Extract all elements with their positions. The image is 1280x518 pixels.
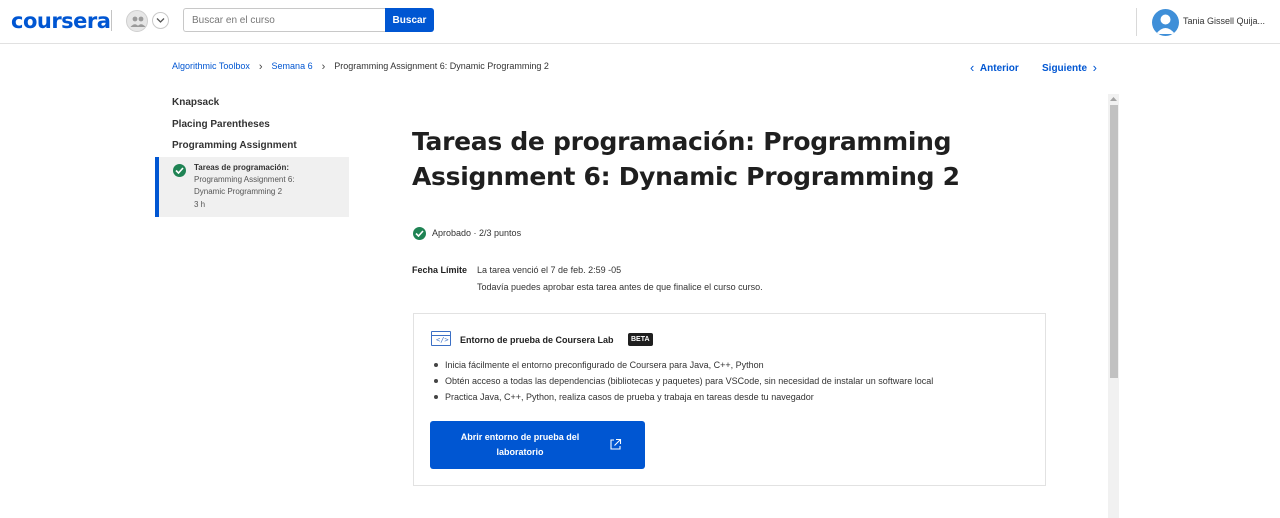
deadline-note: Todavía puedes aprobar esta tarea antes …	[477, 282, 763, 292]
previous-label: Anterior	[979, 63, 1019, 74]
sidebar-item-knapsack[interactable]: Knapsack	[172, 97, 219, 108]
chevron-down-icon[interactable]	[152, 12, 169, 29]
scrollbar-thumb[interactable]	[1110, 105, 1118, 378]
scroll-up-icon[interactable]	[1108, 94, 1119, 104]
external-link-icon	[610, 438, 622, 450]
user-name[interactable]: Tania Gissell Quija...	[1183, 16, 1265, 26]
open-lab-button[interactable]: Abrir entorno de prueba del laboratorio	[430, 421, 645, 469]
lab-title: Entorno de prueba de Coursera Lab	[460, 335, 614, 345]
sidebar-item-active-assignment[interactable]: Tareas de programación: Programming Assi…	[155, 157, 349, 217]
lab-card: </> Entorno de prueba de Coursera Lab BE…	[413, 313, 1046, 486]
top-header: coursera Buscar Tania Gissell Quija...	[0, 0, 1280, 44]
deadline-label: Fecha Límite	[412, 265, 468, 275]
list-item: Practica Java, C++, Python, realiza caso…	[432, 391, 933, 407]
list-item: Obtén acceso a todas las dependencias (b…	[432, 375, 933, 391]
grade-status: Aprobado · 2/3 puntos	[432, 228, 522, 238]
previous-link[interactable]: ‹ Anterior	[970, 60, 1019, 75]
open-lab-button-label: Abrir entorno de prueba del laboratorio	[460, 432, 580, 457]
sidebar-item-programming-assignment[interactable]: Programming Assignment	[172, 140, 297, 151]
search-input[interactable]	[183, 8, 385, 32]
lab-features-list: Inicia fácilmente el entorno preconfigur…	[432, 359, 933, 407]
passed-check-icon	[413, 227, 426, 240]
sidebar-item-placing-parentheses[interactable]: Placing Parentheses	[172, 119, 270, 130]
next-link[interactable]: Siguiente ›	[1042, 60, 1097, 75]
header-divider	[1136, 8, 1137, 36]
breadcrumb-current: Programming Assignment 6: Dynamic Progra…	[334, 61, 549, 71]
chevron-right-icon: ›	[1092, 60, 1097, 75]
next-label: Siguiente	[1042, 63, 1088, 74]
code-window-icon: </>	[431, 331, 451, 346]
sidebar-active-line: Programming Assignment 6:	[194, 175, 295, 184]
deadline-text: La tarea venció el 7 de feb. 2:59 -05	[477, 265, 622, 275]
chevron-right-icon: ›	[321, 61, 326, 73]
breadcrumb-course-link[interactable]: Algorithmic Toolbox	[172, 61, 250, 71]
completed-check-icon	[173, 164, 186, 177]
coursera-logo[interactable]: coursera	[11, 9, 111, 33]
sidebar-active-title: Tareas de programación:	[194, 163, 289, 172]
list-item: Inicia fácilmente el entorno preconfigur…	[432, 359, 933, 375]
chevron-right-icon: ›	[258, 61, 263, 73]
page-title: Tareas de programación: Programming Assi…	[412, 127, 960, 191]
search-button[interactable]: Buscar	[385, 8, 434, 32]
chevron-left-icon: ‹	[970, 60, 975, 75]
organization-icon[interactable]	[126, 10, 148, 32]
user-avatar-icon[interactable]	[1152, 9, 1179, 36]
sidebar-active-duration: 3 h	[194, 200, 206, 209]
breadcrumb-week-link[interactable]: Semana 6	[272, 61, 313, 71]
beta-badge: BETA	[628, 333, 653, 346]
sidebar-active-line: Dynamic Programming 2	[194, 187, 283, 196]
logo-divider	[111, 10, 112, 31]
breadcrumb: Algorithmic Toolbox › Semana 6 › Programming…	[172, 61, 549, 73]
